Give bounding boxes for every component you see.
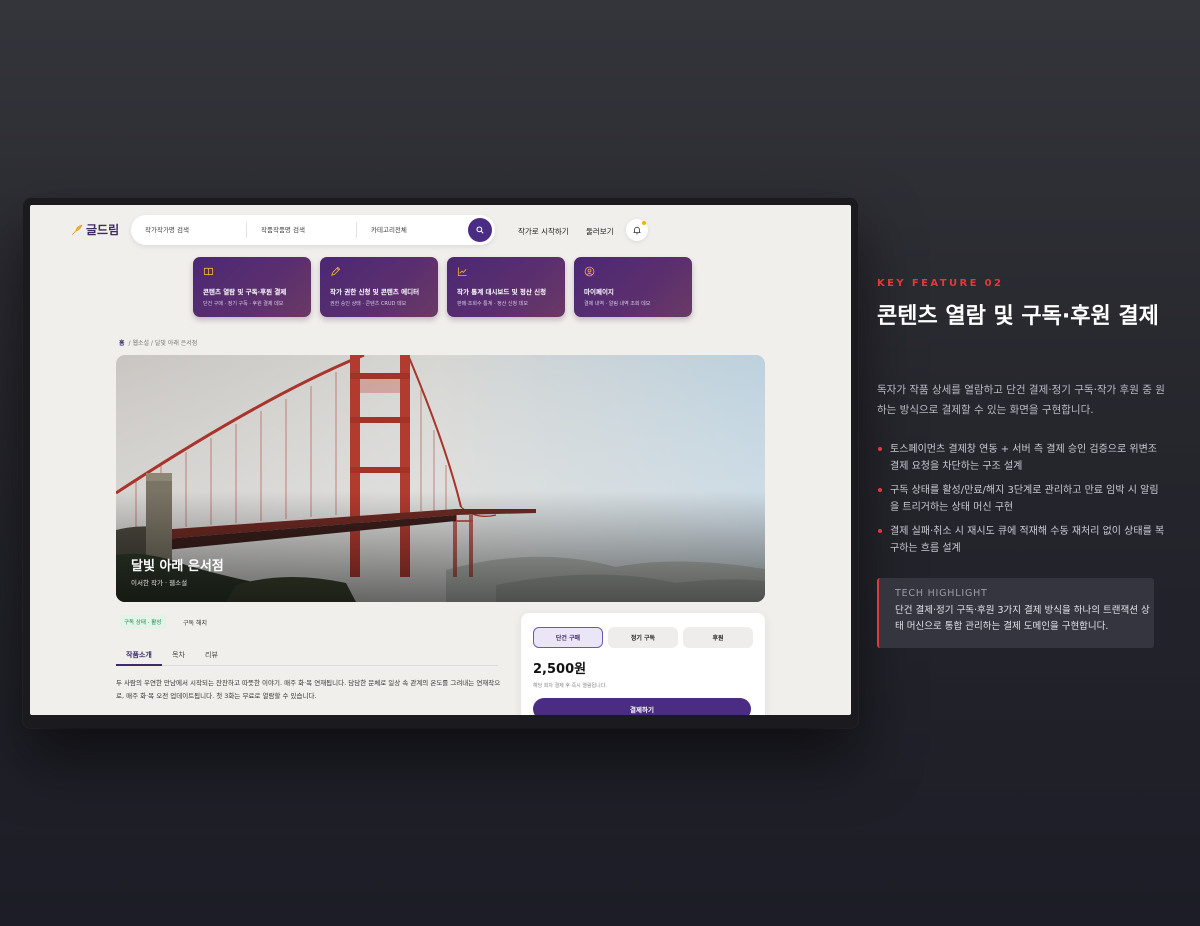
work-field-label: 작품 (261, 226, 273, 234)
price-note: 해당 회차 결제 후 즉시 열람됩니다. (533, 683, 607, 689)
search-button[interactable] (468, 218, 492, 242)
user-icon (584, 266, 595, 277)
search-bar: 작가작가명 검색 작품작품명 검색 카테고리전체 (131, 215, 495, 245)
author-field-label: 작가 (145, 226, 157, 234)
feature-card-subtitle: 단건 구매 · 정기 구독 · 후원 결제 데모 (203, 301, 284, 307)
tab-reviews[interactable]: 리뷰 (205, 650, 218, 660)
author-field-value: 작가명 검색 (156, 226, 189, 234)
chart-icon (457, 267, 467, 277)
sponsor-tab[interactable]: 후원 (683, 627, 753, 648)
notification-dot (642, 221, 646, 225)
tab-toc[interactable]: 목차 (172, 650, 185, 660)
hero-image: 달빛 아래 은서점 이서한 작가 · 웹소설 (116, 355, 765, 602)
feature-bullets: 토스페이먼츠 결제창 연동 + 서버 측 결제 승인 검증으로 위변조 결제 요… (877, 442, 1167, 565)
work-search-field[interactable]: 작품작품명 검색 (247, 222, 357, 238)
work-title: 달빛 아래 은서점 (131, 559, 224, 574)
feature-card-reading[interactable]: 콘텐츠 열람 및 구독·후원 결제 단건 구매 · 정기 구독 · 후원 결제 … (193, 257, 311, 317)
feather-logo-icon (71, 224, 83, 235)
purchase-panel: 단건 구매 정기 구독 후원 2,500원 해당 회차 결제 후 즉시 열람됩니… (521, 613, 765, 715)
logo-text: 글드림 (86, 223, 120, 237)
category-field-label: 카테고리 (371, 226, 395, 234)
active-tab-indicator (116, 664, 162, 666)
tech-highlight: TECH HIGHLIGHT 단건 결제·정기 구독·후원 3가지 결제 방식을… (877, 578, 1154, 648)
tech-highlight-title: TECH HIGHLIGHT (895, 588, 988, 599)
feature-card-title: 마이페이지 (584, 288, 614, 296)
category-field-value: 전체 (394, 226, 407, 234)
subscription-status-badge: 구독 상태 · 활성 (119, 615, 167, 629)
notification-button[interactable] (626, 219, 648, 241)
price: 2,500원 (533, 662, 587, 677)
book-icon (203, 267, 214, 276)
logo[interactable]: 글드림 (71, 221, 119, 238)
work-tabs: 작품소개 목차 리뷰 (116, 646, 498, 666)
feature-bullet: 구독 상태를 활성/만료/해지 3단계로 관리하고 만료 임박 시 알림을 트리… (877, 483, 1167, 516)
feature-card-subtitle: 판매·조회수 통계 · 정산 신청 데모 (457, 301, 528, 307)
feature-cards: 콘텐츠 열람 및 구독·후원 결제 단건 구매 · 정기 구독 · 후원 결제 … (193, 257, 692, 317)
feature-card-editor[interactable]: 작가 권한 신청 및 콘텐츠 에디터 권한 승인 상태 · 콘텐츠 CRUD 데… (320, 257, 438, 317)
feature-card-dashboard[interactable]: 작가 통계 대시보드 및 정산 신청 판매·조회수 통계 · 정산 신청 데모 (447, 257, 565, 317)
app-header: 글드림 작가작가명 검색 작품작품명 검색 카테고리전체 작가로 시작하기 둘러… (30, 205, 851, 257)
feature-title: 콘텐츠 열람 및 구독·후원 결제 (877, 304, 1159, 329)
tech-highlight-body: 단건 결제·정기 구독·후원 3가지 결제 방식을 하나의 트랜잭션 상태 머신… (895, 605, 1150, 632)
feature-card-subtitle: 결제 내역 · 알림 내역 조회 데모 (584, 301, 651, 307)
feature-card-subtitle: 권한 승인 상태 · 콘텐츠 CRUD 데모 (330, 301, 407, 307)
app-screen: 글드림 작가작가명 검색 작품작품명 검색 카테고리전체 작가로 시작하기 둘러… (30, 205, 851, 715)
feature-card-mypage[interactable]: 마이페이지 결제 내역 · 알림 내역 조회 데모 (574, 257, 692, 317)
search-icon (476, 226, 484, 234)
feature-bullet: 결제 실패·취소 시 재시도 큐에 적재해 수동 재처리 없이 상태를 복구하는… (877, 524, 1167, 557)
category-select[interactable]: 카테고리전체 (357, 222, 467, 238)
browse-link[interactable]: 둘러보기 (586, 226, 614, 237)
feature-eyebrow: KEY FEATURE 02 (877, 278, 1004, 289)
cancel-subscription-link[interactable]: 구독 해지 (183, 618, 207, 627)
feature-card-title: 콘텐츠 열람 및 구독·후원 결제 (203, 288, 287, 296)
pen-icon (331, 266, 341, 276)
author-search-field[interactable]: 작가작가명 검색 (131, 222, 247, 238)
pay-button[interactable]: 결제하기 (533, 698, 751, 715)
subscription-tab[interactable]: 정기 구독 (608, 627, 678, 648)
work-description: 두 사람의 우연한 만남에서 시작되는 잔잔하고 따뜻한 이야기. 매주 화·목… (116, 679, 501, 700)
work-author: 이서한 작가 · 웹소설 (131, 579, 188, 587)
start-as-author-link[interactable]: 작가로 시작하기 (518, 226, 569, 237)
single-purchase-tab[interactable]: 단건 구매 (533, 627, 603, 648)
device-frame: 글드림 작가작가명 검색 작품작품명 검색 카테고리전체 작가로 시작하기 둘러… (23, 198, 858, 728)
bell-icon (633, 226, 641, 234)
breadcrumb-path: / 웹소설 / 달빛 아래 은서점 (128, 340, 198, 347)
tab-intro[interactable]: 작품소개 (126, 650, 152, 660)
feature-card-title: 작가 권한 신청 및 콘텐츠 에디터 (330, 288, 420, 296)
payment-type-tabs: 단건 구매 정기 구독 후원 (533, 627, 753, 648)
work-field-value: 작품명 검색 (272, 226, 305, 234)
breadcrumb-home[interactable]: 홈 (119, 338, 125, 347)
feature-lead: 독자가 작품 상세를 열람하고 단건 결제·정기 구독·작가 후원 중 원하는 … (877, 384, 1165, 416)
breadcrumb: 홈 / 웹소설 / 달빛 아래 은서점 (119, 338, 197, 347)
feature-card-title: 작가 통계 대시보드 및 정산 신청 (457, 288, 547, 296)
feature-bullet: 토스페이먼츠 결제창 연동 + 서버 측 결제 승인 검증으로 위변조 결제 요… (877, 442, 1167, 475)
